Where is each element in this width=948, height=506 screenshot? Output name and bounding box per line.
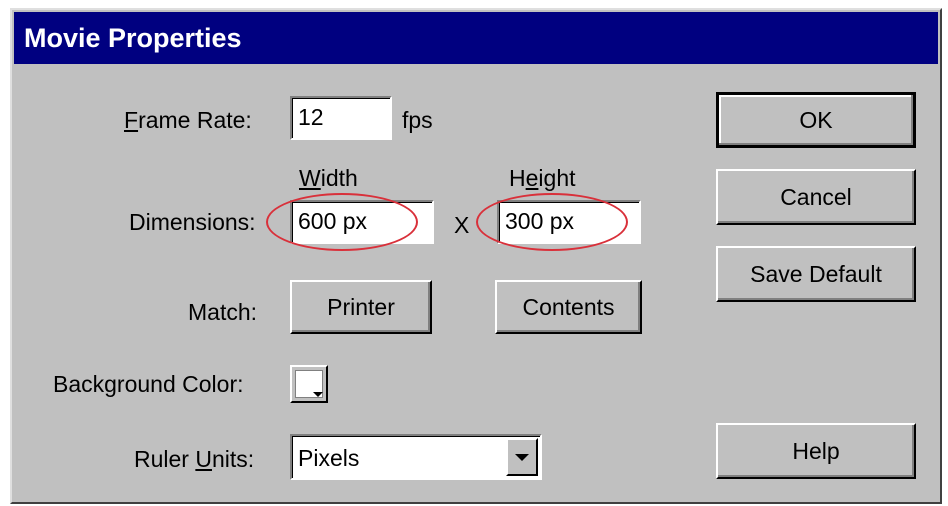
help-button[interactable]: Help [716, 423, 916, 479]
height-input[interactable]: 300 px [497, 200, 641, 244]
match-printer-button[interactable]: Printer [290, 280, 432, 334]
save-default-button[interactable]: Save Default [716, 246, 916, 302]
width-input[interactable]: 600 px [290, 200, 434, 244]
cancel-button[interactable]: Cancel [716, 169, 916, 225]
width-column-label: Width [299, 165, 358, 191]
title-bar: Movie Properties [14, 12, 938, 64]
height-column-label: Height [509, 165, 576, 191]
background-color-label: Background Color: [53, 371, 244, 397]
frame-rate-input[interactable]: 12 [290, 96, 392, 140]
swatch-dropdown-arrow-icon [313, 392, 323, 397]
background-color-swatch-button[interactable] [290, 365, 328, 403]
window-title: Movie Properties [24, 23, 242, 53]
ruler-units-select[interactable]: Pixels [290, 434, 542, 480]
dimensions-label: Dimensions: [129, 209, 256, 235]
match-contents-button[interactable]: Contents [495, 280, 642, 334]
dimension-separator: X [454, 212, 470, 238]
ruler-units-dropdown-button[interactable] [506, 438, 538, 476]
fps-unit-label: fps [402, 107, 433, 133]
ok-button[interactable]: OK [716, 92, 916, 148]
frame-rate-label: Frame Rate: [124, 107, 252, 133]
chevron-down-icon [515, 454, 529, 461]
match-label: Match: [188, 299, 258, 325]
ruler-units-label: Ruler Units: [134, 446, 255, 472]
movie-properties-dialog: Movie Properties Frame Rate: 12 fps Widt… [10, 8, 942, 504]
